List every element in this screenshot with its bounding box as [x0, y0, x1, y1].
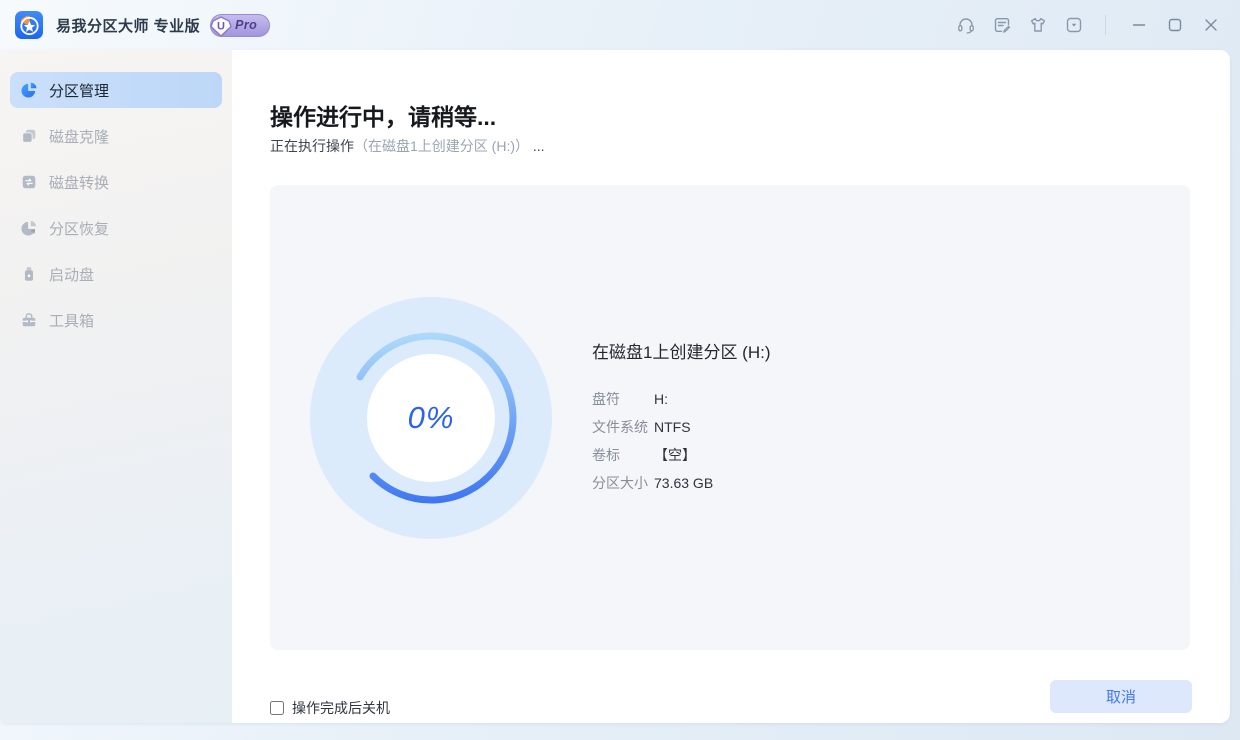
- sidebar-item-partition-management[interactable]: 分区管理: [10, 72, 222, 108]
- status-suffix: ...: [529, 138, 545, 154]
- detail-row-partition-size: 分区大小 73.63 GB: [592, 469, 771, 497]
- disk-clone-icon: [20, 127, 38, 145]
- upgrade-shield-icon: U: [209, 15, 233, 43]
- operation-details: 在磁盘1上创建分区 (H:) 盘符 H: 文件系统 NTFS 卷标 【空】 分区…: [592, 338, 771, 497]
- titlebar-divider: [1105, 15, 1106, 35]
- status-operation: （在磁盘1上创建分区 (H:)）: [354, 138, 529, 154]
- cancel-button[interactable]: 取消: [1050, 680, 1192, 713]
- progress-panel: 0% 在磁盘1上创建分区 (H:) 盘符 H: 文件系统 NTFS 卷标 【空】…: [270, 185, 1190, 650]
- feedback-note-icon[interactable]: [987, 10, 1017, 40]
- detail-row-volume-label: 卷标 【空】: [592, 441, 771, 469]
- sidebar-item-label: 磁盘转换: [49, 172, 109, 193]
- operation-status-line: 正在执行操作（在磁盘1上创建分区 (H:)） ...: [270, 136, 545, 156]
- sidebar-item-toolbox[interactable]: 工具箱: [10, 302, 222, 338]
- shutdown-after-complete-option[interactable]: 操作完成后关机: [270, 698, 390, 718]
- svg-text:U: U: [217, 20, 225, 32]
- status-prefix: 正在执行操作: [270, 138, 354, 154]
- shutdown-checkbox-label: 操作完成后关机: [292, 698, 390, 718]
- window-content: 分区管理 磁盘克隆 磁盘转换: [0, 50, 1230, 723]
- app-logo-icon: [14, 10, 44, 40]
- sidebar-item-disk-convert[interactable]: 磁盘转换: [10, 164, 222, 200]
- maximize-button[interactable]: [1160, 10, 1190, 40]
- page-title: 操作进行中，请稍等...: [270, 98, 496, 132]
- toolbox-icon: [20, 311, 38, 329]
- support-headset-icon[interactable]: [951, 10, 981, 40]
- sidebar-item-label: 磁盘克隆: [49, 126, 109, 147]
- disk-convert-icon: [20, 173, 38, 191]
- detail-row-file-system: 文件系统 NTFS: [592, 413, 771, 441]
- sidebar: 分区管理 磁盘克隆 磁盘转换: [0, 50, 232, 723]
- sidebar-item-bootable-media[interactable]: 启动盘: [10, 256, 222, 292]
- close-button[interactable]: [1196, 10, 1226, 40]
- bootable-media-icon: [20, 265, 38, 283]
- sidebar-item-label: 分区恢复: [49, 218, 109, 239]
- sidebar-item-label: 工具箱: [49, 310, 94, 331]
- sidebar-item-label: 分区管理: [49, 80, 109, 101]
- sidebar-item-disk-clone[interactable]: 磁盘克隆: [10, 118, 222, 154]
- partition-manage-pie-icon: [20, 81, 38, 99]
- titlebar: 易我分区大师 专业版 U Pro: [0, 0, 1240, 50]
- shutdown-checkbox[interactable]: [270, 701, 284, 715]
- theme-tshirt-icon[interactable]: [1023, 10, 1053, 40]
- partition-recovery-icon: [20, 219, 38, 237]
- pro-badge: U Pro: [210, 14, 270, 37]
- progress-ring: 0%: [310, 297, 552, 539]
- progress-percent: 0%: [310, 297, 552, 539]
- detail-row-drive-letter: 盘符 H:: [592, 385, 771, 413]
- menu-dropdown-icon[interactable]: [1059, 10, 1089, 40]
- app-title: 易我分区大师 专业版: [56, 15, 200, 36]
- pro-badge-label: Pro: [235, 18, 257, 32]
- operation-title: 在磁盘1上创建分区 (H:): [592, 338, 771, 363]
- sidebar-item-partition-recovery[interactable]: 分区恢复: [10, 210, 222, 246]
- main-area: 操作进行中，请稍等... 正在执行操作（在磁盘1上创建分区 (H:)） ... …: [232, 50, 1230, 723]
- minimize-button[interactable]: [1124, 10, 1154, 40]
- sidebar-item-label: 启动盘: [49, 264, 94, 285]
